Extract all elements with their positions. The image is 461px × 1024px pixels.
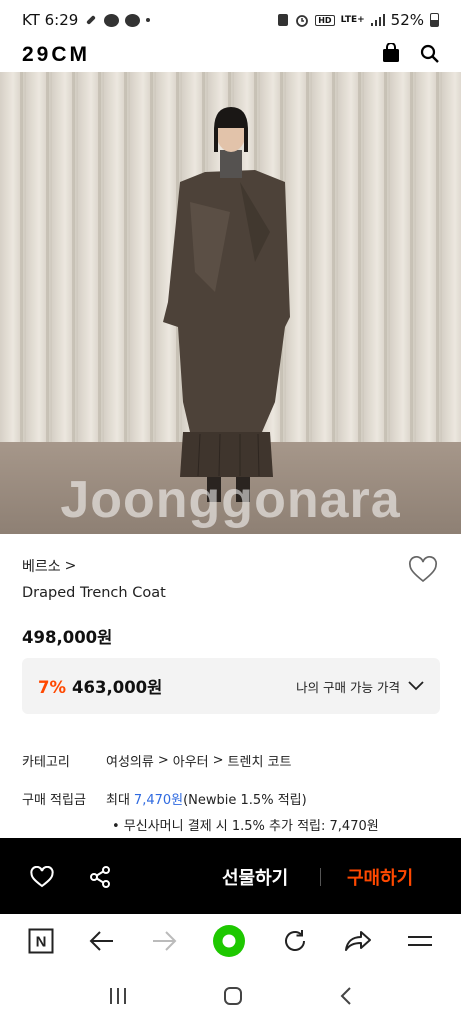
- discount-percent: 7%: [38, 678, 67, 697]
- points-label: 구매 적립금: [22, 793, 86, 808]
- browser-toolbar: N: [0, 914, 461, 972]
- refresh-icon[interactable]: [282, 928, 308, 958]
- chevron-right-icon: >: [212, 753, 224, 768]
- points-suffix: (Newbie 1.5% 적립): [183, 793, 307, 808]
- buy-button[interactable]: 구매하기: [347, 864, 413, 890]
- heart-icon: [30, 866, 54, 888]
- home-icon[interactable]: [223, 986, 243, 1010]
- back-icon[interactable]: [339, 986, 353, 1010]
- app-header: 29CM: [0, 40, 461, 70]
- points-bullet: • 무신사머니 결제 시 1.5% 추가 적립: 7,470원: [112, 819, 379, 834]
- hd-icon: HD: [315, 14, 335, 26]
- product-name: Draped Trench Coat: [22, 585, 166, 601]
- watermark: Joonggonara: [60, 471, 401, 529]
- chevron-down-icon: [408, 681, 424, 691]
- menu-icon[interactable]: [407, 931, 433, 955]
- category-label: 카테고리: [22, 755, 70, 770]
- heart-icon: [409, 556, 437, 583]
- divider: [320, 868, 321, 886]
- status-right: HD LTE+ 52%: [277, 11, 439, 29]
- discount-info: 7% 463,000원: [38, 674, 162, 698]
- nfc-icon: [277, 13, 289, 27]
- share-button[interactable]: [86, 863, 114, 891]
- discount-price: 463,000원: [72, 678, 163, 697]
- status-left: KT 6:29: [22, 11, 151, 29]
- category-item[interactable]: 아우터: [173, 751, 209, 770]
- category-item[interactable]: 트렌치 코트: [228, 751, 292, 770]
- search-icon[interactable]: [420, 44, 439, 67]
- battery-percent: 52%: [390, 11, 424, 29]
- talk-icon: [125, 13, 141, 27]
- points-value-group: 최대 7,470원 (Newbie 1.5% 적립): [106, 789, 307, 808]
- status-bar: KT 6:29 HD LTE+ 52%: [0, 0, 461, 40]
- naver-n-icon[interactable]: N: [28, 928, 54, 958]
- my-price-toggle[interactable]: 나의 구매 가능 가격: [296, 677, 424, 696]
- shopping-bag-icon[interactable]: [382, 42, 400, 67]
- product-photo: [0, 72, 461, 534]
- points-prefix: 최대: [106, 793, 130, 808]
- category-item[interactable]: 여성의류: [106, 751, 154, 770]
- carrier-time: KT 6:29: [22, 11, 79, 29]
- link-icon: [84, 13, 98, 27]
- points-value: 7,470원: [133, 793, 184, 808]
- chevron-right-icon: >: [157, 753, 169, 768]
- brand-link[interactable]: 베르소 >: [22, 556, 76, 576]
- wishlist-button[interactable]: [408, 556, 438, 584]
- action-bar: 선물하기 구매하기: [0, 838, 461, 914]
- product-price: 498,000원: [22, 628, 113, 647]
- alarm-icon: [295, 13, 309, 27]
- product-image[interactable]: [0, 72, 461, 534]
- system-navigation: [0, 972, 461, 1024]
- app-logo[interactable]: 29CM: [22, 43, 90, 67]
- chat-icon: [104, 13, 120, 27]
- back-arrow-icon[interactable]: [89, 930, 115, 956]
- share-icon[interactable]: [344, 929, 372, 957]
- lte-icon: LTE+: [340, 14, 365, 25]
- header-icons: [382, 42, 439, 67]
- category-row: 카테고리 여성의류 > 아우터 > 트렌치 코트: [22, 751, 291, 770]
- share-nodes-icon: [90, 866, 110, 888]
- discount-box[interactable]: 7% 463,000원 나의 구매 가능 가격: [22, 658, 440, 714]
- category-breadcrumb: 여성의류 > 아우터 > 트렌치 코트: [106, 751, 291, 770]
- notification-dot-icon: [146, 18, 151, 22]
- gift-button[interactable]: 선물하기: [222, 864, 288, 890]
- green-home-icon[interactable]: [212, 924, 246, 962]
- forward-arrow-icon[interactable]: [151, 930, 177, 956]
- wishlist-bottom-button[interactable]: [28, 863, 56, 891]
- battery-icon: [430, 13, 439, 27]
- svg-text:N: N: [35, 934, 46, 951]
- signal-icon: [370, 14, 385, 26]
- recent-apps-icon[interactable]: [108, 987, 128, 1009]
- chevron-right-icon: >: [64, 558, 77, 574]
- points-row: 구매 적립금 최대 7,470원 (Newbie 1.5% 적립): [22, 789, 307, 808]
- my-price-label: 나의 구매 가능 가격: [296, 679, 400, 695]
- brand-name: 베르소: [22, 559, 61, 575]
